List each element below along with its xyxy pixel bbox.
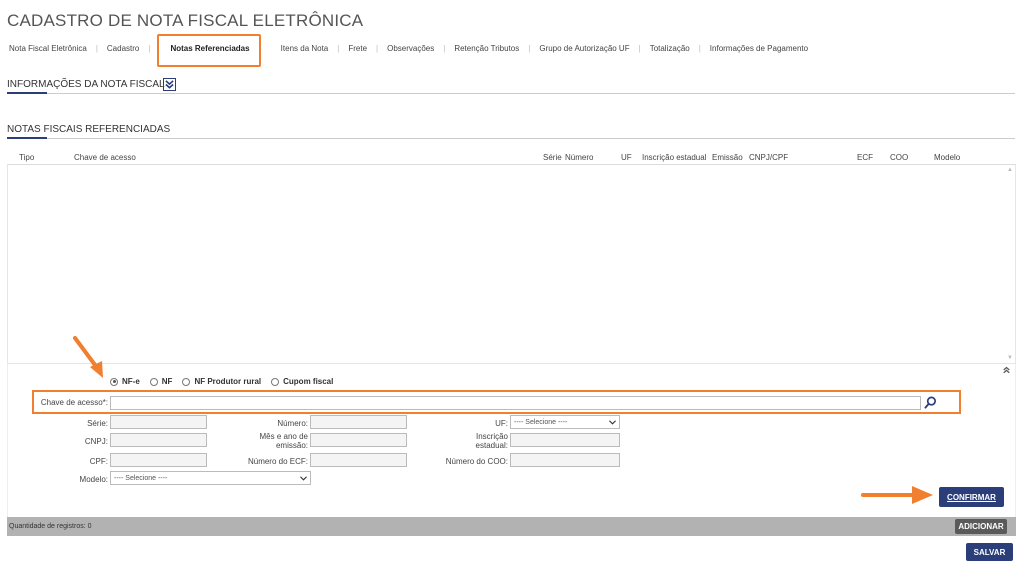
numero-label: Número: xyxy=(277,419,308,428)
column-header-modelo[interactable]: Modelo xyxy=(934,153,960,162)
search-icon[interactable] xyxy=(924,396,937,409)
tab-separator: | xyxy=(528,43,531,53)
uf-label: UF: xyxy=(495,419,508,428)
tab-separator: | xyxy=(95,43,98,53)
column-header-coo[interactable]: COO xyxy=(890,153,908,162)
grid-header: Tipo Chave de acesso Série Número UF Ins… xyxy=(7,150,1016,164)
add-button[interactable]: ADICIONAR xyxy=(955,519,1007,534)
column-header-uf[interactable]: UF xyxy=(621,153,632,162)
radio-nfe-label: NF-e xyxy=(122,377,140,386)
tab-separator: | xyxy=(443,43,446,53)
radio-nf-label: NF xyxy=(161,377,173,386)
column-header-tipo[interactable]: Tipo xyxy=(19,153,34,162)
chevron-down-icon xyxy=(300,475,307,481)
column-header-inscricao[interactable]: Inscrição estadual xyxy=(642,153,706,162)
modelo-select-value: ---- Selecione ---- xyxy=(114,474,168,482)
tab-separator: | xyxy=(638,43,641,53)
radio-nfe-indicator[interactable] xyxy=(110,377,118,386)
inscricao-estadual-input[interactable] xyxy=(510,433,620,447)
tab-cadastro[interactable]: Cadastro xyxy=(105,44,141,53)
numero-coo-label: Número do COO: xyxy=(445,457,508,466)
expand-section-button[interactable] xyxy=(163,78,176,91)
column-header-cnpj-cpf[interactable]: CNPJ/CPF xyxy=(749,153,788,162)
column-header-emissao[interactable]: Emissão xyxy=(712,153,743,162)
radio-cupom-fiscal-label: Cupom fiscal xyxy=(283,377,334,386)
numero-input[interactable] xyxy=(310,415,407,429)
cpf-input[interactable] xyxy=(110,453,207,467)
modelo-label: Modelo: xyxy=(79,475,108,484)
tab-informacoes-pagamento[interactable]: Informações de Pagamento xyxy=(708,44,810,53)
tab-nota-fiscal-eletronica[interactable]: Nota Fiscal Eletrônica xyxy=(7,44,89,53)
inscricao-label: Inscrição estadual: xyxy=(475,432,508,450)
save-button[interactable]: SALVAR xyxy=(966,543,1013,561)
numero-ecf-label: Número do ECF: xyxy=(247,457,308,466)
column-header-numero[interactable]: Número xyxy=(565,153,593,162)
scroll-down-icon[interactable]: ▼ xyxy=(1007,355,1013,361)
radio-nf-indicator[interactable] xyxy=(149,377,158,386)
referenced-notes-grid[interactable]: ▲ ▼ xyxy=(7,164,1016,364)
radio-nfe[interactable]: NF-e xyxy=(110,377,140,386)
cpf-label: CPF: xyxy=(89,457,108,466)
section-underline xyxy=(7,137,47,139)
section-divider xyxy=(7,93,1015,94)
uf-select-value: ---- Selecione ---- xyxy=(514,418,568,426)
chave-label: Chave de acesso*: xyxy=(40,398,108,407)
chevron-down-icon xyxy=(609,419,616,425)
double-chevron-down-icon xyxy=(165,80,174,89)
collapse-form-icon[interactable] xyxy=(1003,366,1010,376)
numero-ecf-input[interactable] xyxy=(310,453,407,467)
section-title-info: INFORMAÇÕES DA NOTA FISCAL xyxy=(7,79,165,90)
uf-select[interactable]: ---- Selecione ---- xyxy=(510,415,620,429)
scroll-up-icon[interactable]: ▲ xyxy=(1007,167,1013,173)
tab-itens-da-nota[interactable]: Itens da Nota xyxy=(279,44,331,53)
tab-separator: | xyxy=(376,43,379,53)
serie-input[interactable] xyxy=(110,415,207,429)
column-header-serie[interactable]: Série xyxy=(543,153,562,162)
section-title-referenced: NOTAS FISCAIS REFERENCIADAS xyxy=(7,124,171,135)
column-header-ecf[interactable]: ECF xyxy=(857,153,873,162)
tab-separator: | xyxy=(698,43,701,53)
radio-nf-produtor-rural[interactable]: NF Produtor rural xyxy=(182,377,261,386)
tab-frete[interactable]: Frete xyxy=(346,44,369,53)
tab-retencao-tributos[interactable]: Retenção Tributos xyxy=(452,44,521,53)
tab-separator: | xyxy=(148,43,151,53)
tab-grupo-autorizacao-uf[interactable]: Grupo de Autorização UF xyxy=(537,44,631,53)
annotation-arrow-icon xyxy=(861,486,933,504)
tab-observacoes[interactable]: Observações xyxy=(385,44,436,53)
section-underline xyxy=(7,92,47,94)
radio-cupom-fiscal-indicator[interactable] xyxy=(271,377,280,386)
record-count: Quantidade de registros: 0 xyxy=(9,523,92,530)
annotation-arrow-icon xyxy=(73,336,103,378)
grid-footer xyxy=(7,517,1016,536)
numero-coo-input[interactable] xyxy=(510,453,620,467)
radio-cupom-fiscal[interactable]: Cupom fiscal xyxy=(271,377,333,386)
cnpj-input[interactable] xyxy=(110,433,207,447)
mes-ano-emissao-input[interactable] xyxy=(310,433,407,447)
document-type-radio-group: NF-e NF NF Produtor rural Cupom fiscal xyxy=(110,377,343,386)
tab-totalizacao[interactable]: Totalização xyxy=(648,44,692,53)
radio-nf[interactable]: NF xyxy=(149,377,173,386)
tab-bar: Nota Fiscal Eletrônica | Cadastro | Nota… xyxy=(7,33,810,67)
mes-ano-label: Mês e ano de emissão: xyxy=(259,432,308,450)
section-divider xyxy=(7,138,1015,139)
column-header-chave[interactable]: Chave de acesso xyxy=(74,153,136,162)
radio-nf-produtor-rural-label: NF Produtor rural xyxy=(194,377,262,386)
confirm-button[interactable]: CONFIRMAR xyxy=(939,487,1004,507)
cnpj-label: CNPJ: xyxy=(84,437,108,446)
modelo-select[interactable]: ---- Selecione ---- xyxy=(110,471,311,485)
page-title: CADASTRO DE NOTA FISCAL ELETRÔNICA xyxy=(7,11,364,30)
chave-acesso-input[interactable] xyxy=(110,396,921,410)
radio-nf-produtor-rural-indicator[interactable] xyxy=(182,377,191,386)
tab-separator: | xyxy=(337,43,340,53)
serie-label: Série: xyxy=(87,419,108,428)
tab-notas-referenciadas[interactable]: Notas Referenciadas xyxy=(157,33,261,67)
